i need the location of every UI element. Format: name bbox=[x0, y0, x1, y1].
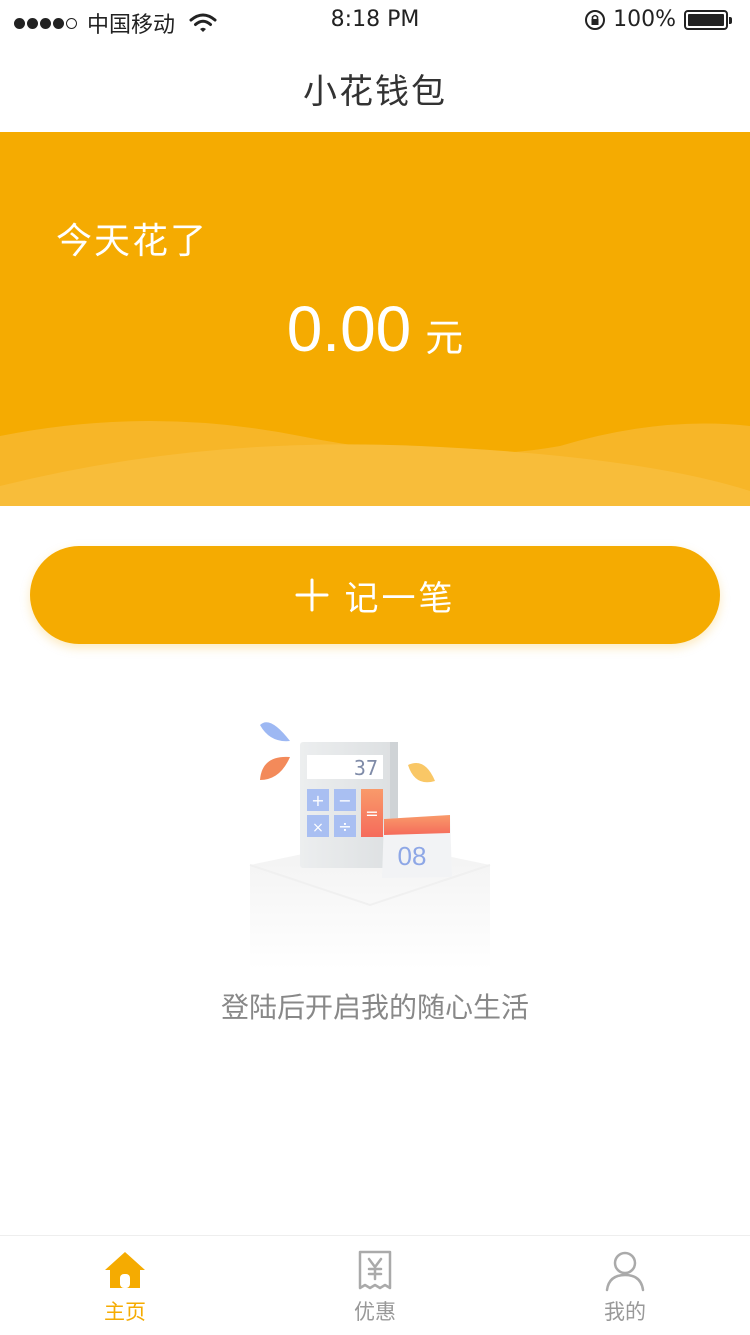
spending-amount: 0.00 元 bbox=[0, 292, 750, 366]
tab-profile-label: 我的 bbox=[604, 1300, 646, 1324]
svg-text:−: − bbox=[338, 791, 351, 810]
page-title: 小花钱包 bbox=[303, 72, 447, 112]
tab-coupons[interactable]: 优惠 bbox=[250, 1236, 500, 1335]
tab-home-label: 主页 bbox=[104, 1300, 146, 1324]
status-bar: 中国移动 8:18 PM 100% bbox=[0, 0, 750, 40]
add-record-label: 记一笔 bbox=[344, 578, 456, 619]
coupon-icon bbox=[358, 1250, 392, 1290]
spending-summary-card: 今天花了 0.00 元 bbox=[0, 132, 750, 506]
svg-text:÷: ÷ bbox=[338, 817, 351, 836]
home-icon bbox=[105, 1252, 145, 1288]
svg-text:=: = bbox=[365, 804, 378, 823]
empty-state-text: 登陆后开启我的随心生活 bbox=[220, 991, 529, 1024]
battery-percent: 100% bbox=[613, 7, 676, 32]
spending-label: 今天花了 bbox=[56, 221, 209, 262]
rotation-lock-icon bbox=[585, 9, 606, 30]
add-record-button[interactable]: 记一笔 bbox=[30, 546, 720, 644]
amount-unit: 元 bbox=[425, 316, 464, 360]
tab-profile[interactable]: 我的 bbox=[500, 1236, 750, 1335]
svg-text:×: × bbox=[312, 820, 324, 836]
plus-icon bbox=[295, 578, 328, 612]
user-icon bbox=[605, 1251, 645, 1292]
empty-state-illustration: 37 + − × ÷ = 08 bbox=[249, 722, 491, 970]
svg-text:+: + bbox=[311, 791, 324, 810]
wave-decoration bbox=[0, 421, 750, 506]
tab-bar: 主页 优惠 我的 bbox=[0, 1235, 750, 1335]
calendar-day: 08 bbox=[398, 841, 427, 871]
status-right: 100% bbox=[583, 7, 732, 32]
tab-coupons-label: 优惠 bbox=[354, 1300, 396, 1324]
battery-icon bbox=[684, 9, 732, 30]
calculator-display: 37 bbox=[354, 756, 378, 780]
tab-home[interactable]: 主页 bbox=[0, 1236, 250, 1335]
amount-value: 0.00 bbox=[286, 293, 412, 365]
